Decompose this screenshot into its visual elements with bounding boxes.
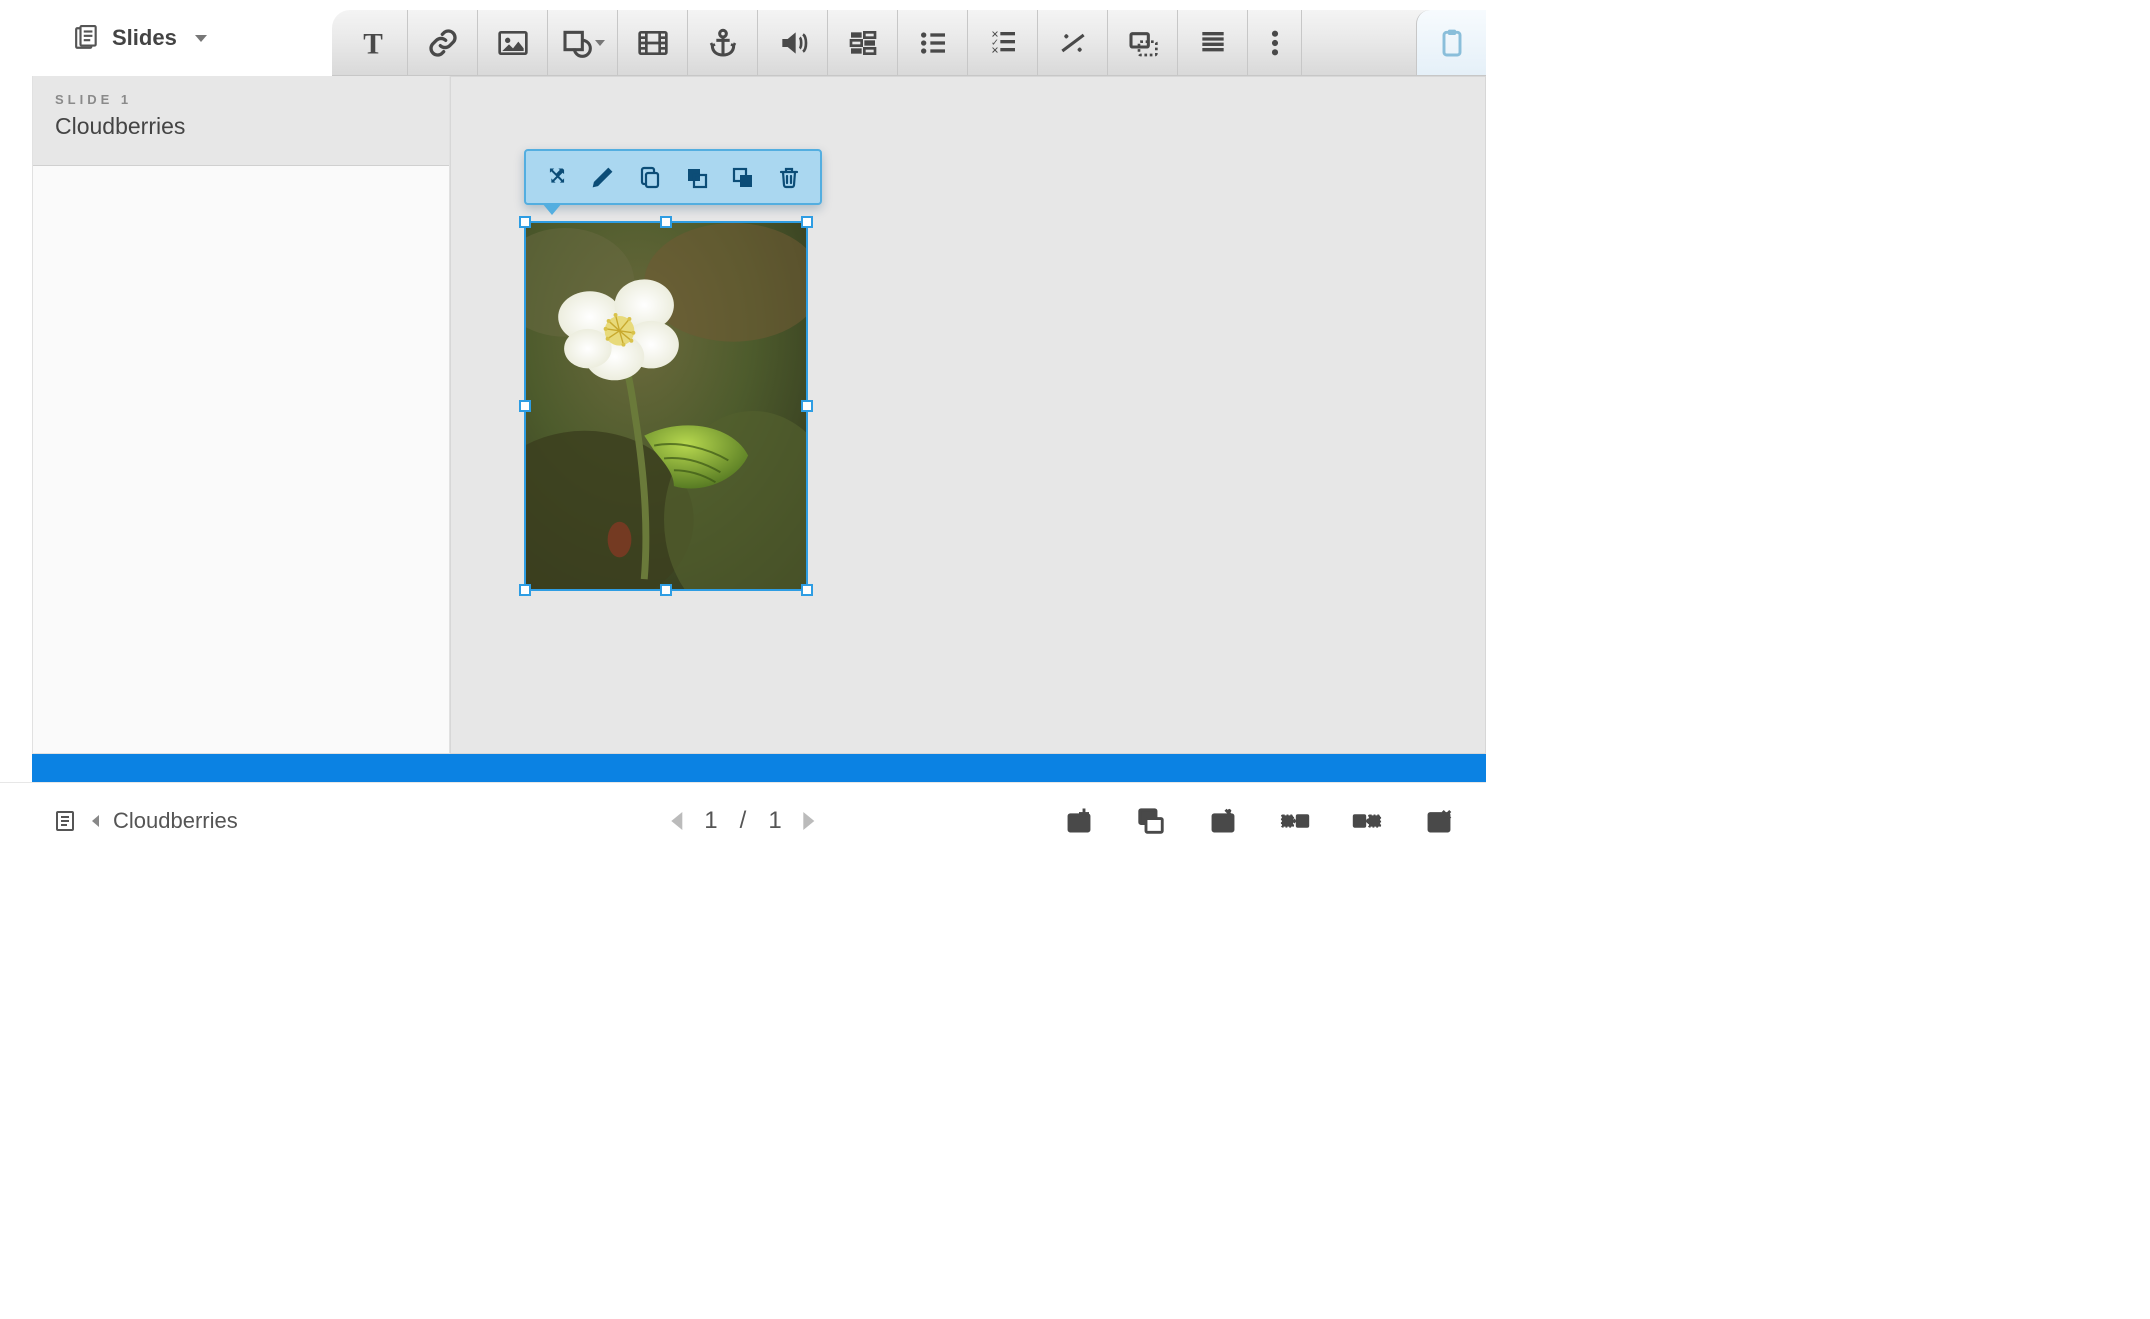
svg-text:T: T xyxy=(363,28,383,58)
more-tool[interactable] xyxy=(1248,10,1302,75)
svg-text:✕: ✕ xyxy=(991,45,999,55)
resize-handle-mr[interactable] xyxy=(801,400,813,412)
resize-handle-tm[interactable] xyxy=(660,216,672,228)
page-current: 1 xyxy=(704,807,717,835)
chevron-left-icon xyxy=(92,815,99,827)
resize-handle-tl[interactable] xyxy=(519,216,531,228)
footer-actions xyxy=(1062,804,1456,838)
text-tool[interactable]: T xyxy=(338,10,408,75)
slide-settings-button[interactable] xyxy=(1206,804,1240,838)
shape-tool[interactable] xyxy=(548,10,618,75)
resize-handle-bl[interactable] xyxy=(519,584,531,596)
slide-editor-app: Slides T xyxy=(0,0,1486,858)
slides-menu-button[interactable]: Slides xyxy=(0,0,332,76)
main-toolbar: T xyxy=(332,10,1486,76)
resize-handle-tr[interactable] xyxy=(801,216,813,228)
bring-front-action[interactable] xyxy=(679,160,713,194)
edit-action[interactable] xyxy=(586,160,620,194)
next-slide-button[interactable] xyxy=(804,812,815,830)
add-slide-button[interactable] xyxy=(1062,804,1096,838)
selected-image-object[interactable] xyxy=(524,221,808,591)
copy-action[interactable] xyxy=(633,160,667,194)
slides-panel-icon xyxy=(74,25,100,51)
move-action[interactable] xyxy=(540,160,574,194)
breadcrumb[interactable]: Cloudberries xyxy=(54,808,238,834)
video-tool[interactable] xyxy=(618,10,688,75)
chevron-down-icon xyxy=(195,35,207,42)
resize-handle-br[interactable] xyxy=(801,584,813,596)
slide-list-sidebar: SLIDE 1 Cloudberries xyxy=(32,76,450,754)
resize-handle-ml[interactable] xyxy=(519,400,531,412)
layout-tool[interactable] xyxy=(828,10,898,75)
slides-menu-label: Slides xyxy=(112,25,177,51)
slide-item-eyebrow: SLIDE 1 xyxy=(55,92,427,107)
progress-strip xyxy=(32,754,1486,782)
footer-bar: Cloudberries 1 / 1 xyxy=(0,782,1486,858)
send-back-action[interactable] xyxy=(725,160,759,194)
delete-slide-button[interactable] xyxy=(1422,804,1456,838)
prev-slide-button[interactable] xyxy=(671,812,682,830)
outline-tool[interactable] xyxy=(1178,10,1248,75)
slide-item-title: Cloudberries xyxy=(55,113,427,140)
image-placeholder xyxy=(526,223,806,589)
image-tool[interactable] xyxy=(478,10,548,75)
slide-list-item[interactable]: SLIDE 1 Cloudberries xyxy=(33,76,449,166)
delete-action[interactable] xyxy=(772,160,806,194)
page-separator: / xyxy=(740,807,747,835)
breadcrumb-title: Cloudberries xyxy=(113,808,238,834)
link-tool[interactable] xyxy=(408,10,478,75)
duplicate-slide-button[interactable] xyxy=(1134,804,1168,838)
audio-tool[interactable] xyxy=(758,10,828,75)
pager: 1 / 1 xyxy=(671,807,814,835)
frame-tool[interactable] xyxy=(1108,10,1178,75)
check-list-tool[interactable]: ✕✓✕ xyxy=(968,10,1038,75)
bullet-list-tool[interactable] xyxy=(898,10,968,75)
clipboard-tool[interactable] xyxy=(1416,10,1486,75)
selection-popup xyxy=(524,149,822,205)
resize-handle-bm[interactable] xyxy=(660,584,672,596)
editor-stage[interactable] xyxy=(450,76,1486,754)
top-bar: Slides T xyxy=(0,0,1486,76)
page-total: 1 xyxy=(768,807,781,835)
move-slide-right-button[interactable] xyxy=(1350,804,1384,838)
move-slide-left-button[interactable] xyxy=(1278,804,1312,838)
chevron-down-icon xyxy=(595,40,605,46)
slides-panel-icon xyxy=(54,809,78,833)
anchor-tool[interactable] xyxy=(688,10,758,75)
fraction-tool[interactable] xyxy=(1038,10,1108,75)
